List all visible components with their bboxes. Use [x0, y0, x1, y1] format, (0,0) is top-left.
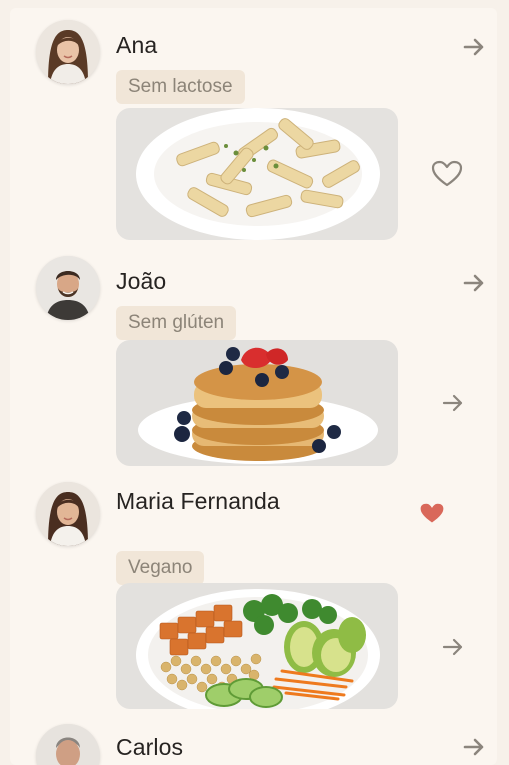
feed-screen: Ana Sem lactose João Sem glúten Maria Fe…: [0, 0, 509, 765]
avatar[interactable]: [36, 482, 100, 546]
dish-photo-pasta[interactable]: [116, 108, 398, 240]
arrow-right-icon[interactable]: [457, 30, 491, 64]
diet-tag: Sem lactose: [116, 70, 245, 104]
heart-filled-icon[interactable]: [415, 496, 449, 530]
avatar[interactable]: [36, 20, 100, 84]
arrow-right-icon[interactable]: [436, 386, 470, 420]
user-name[interactable]: Ana: [116, 32, 157, 59]
user-name[interactable]: Maria Fernanda: [116, 488, 280, 515]
arrow-right-icon[interactable]: [436, 630, 470, 664]
arrow-right-icon[interactable]: [457, 266, 491, 300]
dish-photo-bowl[interactable]: [116, 583, 398, 709]
avatar[interactable]: [36, 256, 100, 320]
user-name[interactable]: Carlos: [116, 734, 183, 761]
user-name[interactable]: João: [116, 268, 166, 295]
dish-photo-pancakes[interactable]: [116, 340, 398, 466]
diet-tag: Sem glúten: [116, 306, 237, 340]
heart-outline-icon[interactable]: [430, 157, 464, 191]
arrow-right-icon[interactable]: [457, 730, 491, 764]
diet-tag: Vegano: [116, 551, 205, 585]
